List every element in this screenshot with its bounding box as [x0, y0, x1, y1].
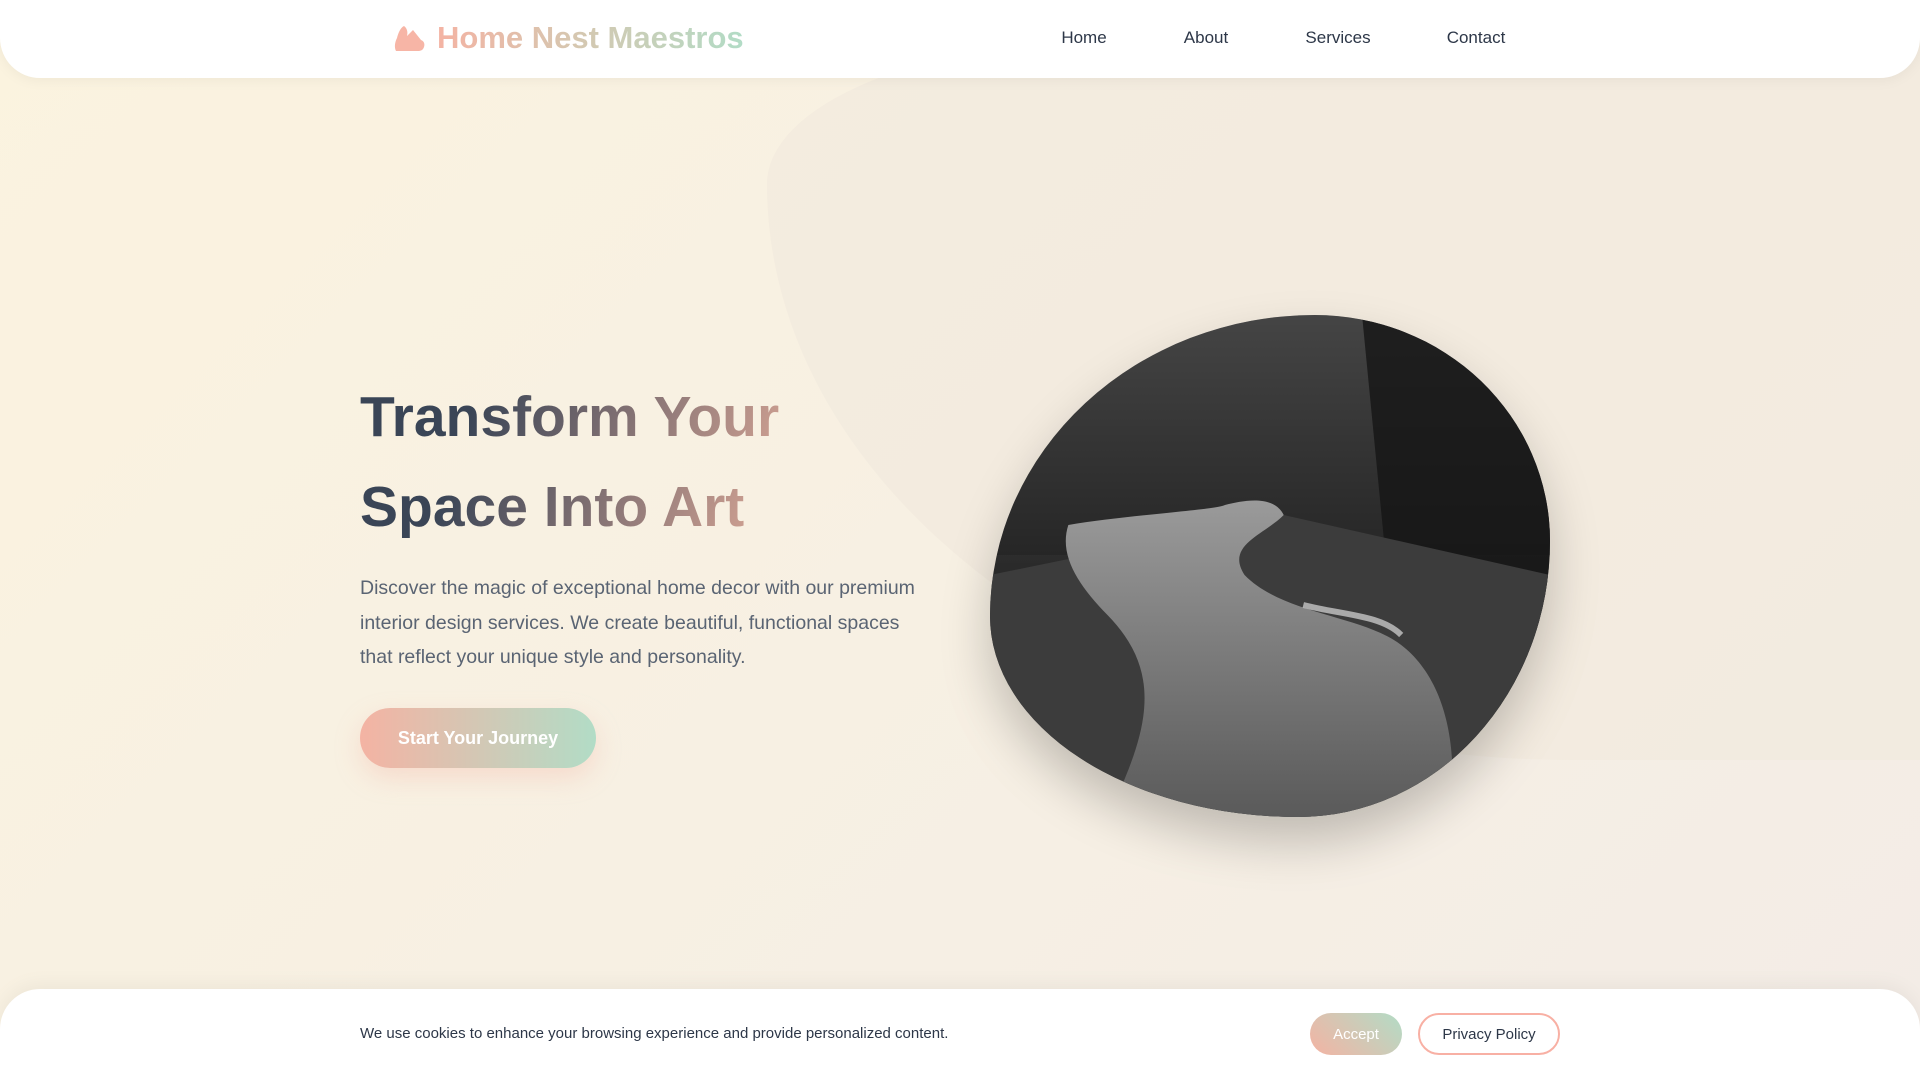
- hero-title-line1: Transform Your: [360, 385, 780, 449]
- cookie-message: We use cookies to enhance your browsing …: [360, 1025, 949, 1042]
- top-navbar: Home Nest Maestros Home About Services C…: [0, 0, 1920, 78]
- accept-cookies-button[interactable]: Accept: [1310, 1013, 1402, 1055]
- privacy-policy-button[interactable]: Privacy Policy: [1418, 1013, 1560, 1055]
- brand-logo[interactable]: Home Nest Maestros: [393, 20, 744, 56]
- nav-services[interactable]: Services: [1305, 28, 1370, 48]
- house-leaf-icon: [394, 26, 425, 51]
- cookie-banner: We use cookies to enhance your browsing …: [0, 989, 1920, 1080]
- nav-home[interactable]: Home: [1061, 28, 1106, 48]
- start-journey-button[interactable]: Start Your Journey: [360, 708, 596, 768]
- hero-title: Transform Your Space Into Art: [360, 372, 920, 552]
- nav-contact[interactable]: Contact: [1447, 28, 1506, 48]
- brand-name: Home Nest Maestros: [437, 20, 744, 55]
- nav-about[interactable]: About: [1184, 28, 1228, 48]
- hero-description: Discover the magic of exceptional home d…: [360, 577, 915, 668]
- hero-title-line2: Space Into Art: [360, 475, 745, 539]
